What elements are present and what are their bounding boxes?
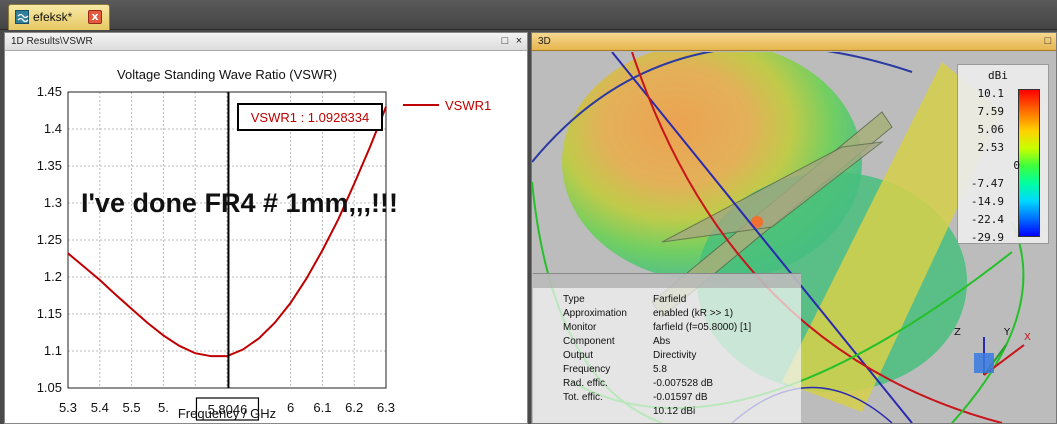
legend-tick: -14.9 xyxy=(970,195,1004,208)
overlay-annotation: I've done FR4 # 1mm,,,!!! xyxy=(81,188,398,218)
farfield-info-box: Type Farfield Approximation enabled (kR >>… xyxy=(533,273,801,423)
restore-icon[interactable]: □ xyxy=(1042,35,1054,47)
colour-scale-bar xyxy=(1018,89,1040,237)
info-row: Frequency 5.8 xyxy=(563,364,667,375)
info-row: Monitor farfield (f=05.8000) [1] xyxy=(563,322,752,333)
chart-title: Voltage Standing Wave Ratio (VSWR) xyxy=(117,67,337,82)
axes-triad: Z Y X xyxy=(954,327,1031,376)
y-tick-label: 1.4 xyxy=(44,121,62,136)
x-axis-label: X xyxy=(1024,332,1031,343)
farfield-3d-panel: 3D □ dBi 10.1 7.59 5.06 2.53 0 -7.47 -14… xyxy=(531,32,1057,424)
legend-tick: 7.59 xyxy=(977,105,1005,118)
close-icon[interactable]: × xyxy=(513,35,525,47)
info-row: Approximation enabled (kR >> 1) xyxy=(563,308,734,319)
info-row: Component Abs xyxy=(563,336,671,347)
info-row: 10.12 dBi xyxy=(653,406,696,417)
x-tick-label: 6.1 xyxy=(313,400,331,415)
legend-tick: -29.9 xyxy=(970,231,1004,244)
document-tab-label: efeksk* xyxy=(33,10,73,24)
project-icon xyxy=(15,10,29,24)
panel-header-3d: 3D □ xyxy=(532,33,1056,51)
y-tick-label: 1.25 xyxy=(37,232,62,247)
restore-icon[interactable]: □ xyxy=(499,35,511,47)
y-tick-label: 1.15 xyxy=(37,306,62,321)
legend-tick: 5.06 xyxy=(977,123,1005,136)
y-tick-label: 1.35 xyxy=(37,158,62,173)
panel-title-3d: 3D xyxy=(538,36,551,47)
y-axis-label: Y xyxy=(1003,327,1011,338)
legend: VSWR1 xyxy=(403,98,491,113)
grid xyxy=(67,91,387,389)
vswr-result-panel: 1D Results\VSWR □ × Voltage Standing Wav… xyxy=(4,32,528,424)
x-tick-label: 5.5 xyxy=(123,400,141,415)
x-tick-label: 6 xyxy=(287,400,294,415)
legend-label-vswr1: VSWR1 xyxy=(445,98,491,113)
legend-tick: 10.1 xyxy=(977,87,1005,100)
y-tick-label: 1.45 xyxy=(37,84,62,99)
legend-tick: 0 xyxy=(1013,159,1020,172)
x-tick-label: 6.3 xyxy=(377,400,395,415)
y-tick-label: 1.05 xyxy=(37,380,62,395)
axes: 1.05 1.1 1.15 1.2 1.25 1.3 1.35 1.4 1.45 5.3 5.4 5.… xyxy=(37,84,395,415)
colour-scale-legend: dBi 10.1 7.59 5.06 2.53 0 -7.47 -14.9 -2… xyxy=(957,64,1049,244)
info-row: Output Directivity xyxy=(563,350,697,361)
vswr-chart[interactable]: Voltage Standing Wave Ratio (VSWR) 1.051… xyxy=(5,52,527,423)
info-row: Tot. effic. -0.01597 dB xyxy=(563,392,708,403)
y-tick-label: 1.3 xyxy=(44,195,62,210)
legend-tick: -7.47 xyxy=(970,177,1004,190)
x-tick-label: 6.2 xyxy=(345,400,363,415)
marker-label: VSWR1 : 1.0928334 xyxy=(251,110,370,125)
cst-studio-window: efeksk* x 1D Results\VSWR □ × Voltage St… xyxy=(0,0,1057,424)
info-row: Type Farfield xyxy=(563,294,687,305)
x-tick-label: 5. xyxy=(158,400,169,415)
legend-tick: 2.53 xyxy=(977,141,1005,154)
info-row: Rad. effic. -0.007528 dB xyxy=(563,378,714,389)
y-tick-label: 1.1 xyxy=(44,343,62,358)
x-tick-label: 5.3 xyxy=(59,400,77,415)
z-axis-label: Z xyxy=(954,327,961,338)
legend-tick: -22.4 xyxy=(970,213,1004,226)
legend-unit: dBi xyxy=(988,69,1008,82)
document-tab-strip: efeksk* x xyxy=(0,0,1057,30)
info-box-header xyxy=(533,274,801,288)
vswr-plot[interactable]: Voltage Standing Wave Ratio (VSWR) 1.05 1… xyxy=(5,52,527,423)
panel-header: 1D Results\VSWR □ × xyxy=(5,33,527,51)
document-tab-efeksk[interactable]: efeksk* x xyxy=(8,4,110,30)
panel-title: 1D Results\VSWR xyxy=(11,36,93,47)
close-icon[interactable]: x xyxy=(88,10,102,24)
x-axis-label: Frequency / GHz xyxy=(178,406,276,421)
y-tick-label: 1.2 xyxy=(44,269,62,284)
x-tick-label: 5.4 xyxy=(91,400,109,415)
triad-cube xyxy=(974,353,994,373)
